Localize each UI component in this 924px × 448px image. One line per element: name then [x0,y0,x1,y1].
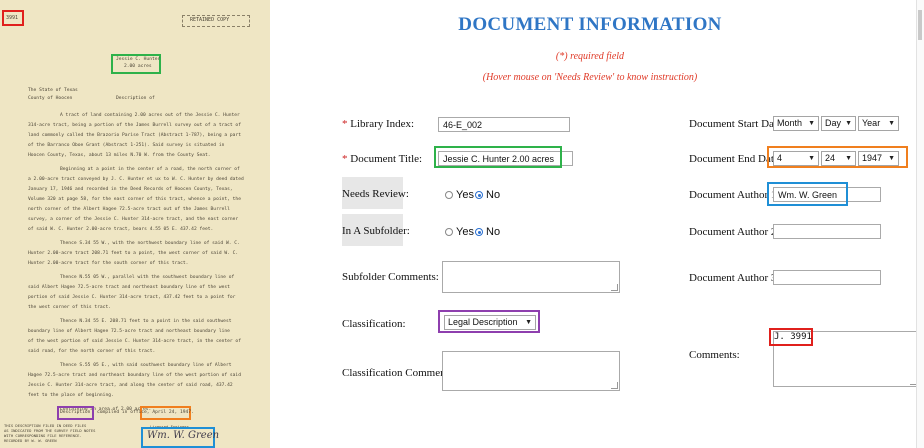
document-text-line: of the west portion of said Jessie C. Hu… [28,339,241,344]
scanned-document: 3991 RETAINED COPY Jessie C. Hunter 2.00… [0,0,270,448]
compiled-prefix: Description [60,410,91,415]
start-month-select[interactable]: Month ▼ [773,116,819,131]
start-year-select[interactable]: Year ▼ [858,116,899,131]
document-text-line: Hunter 2.00-acre tract 208.71 feet to a … [28,251,239,256]
author2-label: Document Author 2: [689,226,780,238]
author3-input[interactable] [773,270,881,285]
document-text-line: Volume 320 at page 58, for the east corn… [28,197,241,202]
subfolder-comments-label: Subfolder Comments: [342,271,439,283]
subfolder-comments-textarea[interactable] [442,261,620,293]
document-text-line: of the Barranco Oboe Grant (Abstract 1-2… [28,143,225,148]
classification-highlight [438,310,540,333]
signature: Wm. W. Green [147,430,220,441]
document-text-line: said road, for the north corner of this … [28,349,156,354]
document-text-line: January 17, 1946 and recorded in the Dee… [28,187,233,192]
classification-comments-label: Classification Comments: [342,367,456,379]
heading-state: The State of Texas [28,88,78,93]
hover-note: (Hover mouse on 'Needs Review' to know i… [482,72,698,83]
classification-label: Classification: [342,318,406,330]
library-index-input[interactable]: 46-E_002 [438,117,570,132]
heading-county: County of Hoocen [28,96,73,101]
radio-selected-icon[interactable] [475,228,483,236]
document-text-line: of said W. C. Hunter 2.00-acre tract, be… [28,227,214,232]
document-text-line: boundary line of Albert Hagee 72.5-acre … [28,329,230,334]
author1-highlight [767,182,848,206]
comments-value: J. 3991 [774,332,812,342]
name-box-line-1: Jessie C. Hunter [116,57,161,62]
corner-id: 3991 [6,15,19,21]
document-text-line: a 2.00-acre tract conveyed by J. C. Hunt… [28,177,244,182]
in-subfolder-yes[interactable]: Yes [445,226,474,238]
document-text-line: portion of said Jessie C. Hunter 314-acr… [28,295,236,300]
author3-label: Document Author 3: [689,272,780,284]
document-text-line: Thence N.55 05 W., parallel with the sou… [60,275,235,280]
document-text-line: north corner of the Albert Hagee 72.5-ac… [28,207,230,212]
author1-label: Document Author 1: [689,189,780,201]
document-text-line: A tract of land containing 2.00 acres ou… [60,113,240,118]
document-text-line: 314-acre tract, being a portion of the J… [28,123,241,128]
dropdown-arrow-icon: ▼ [888,120,895,127]
needs-review-yes[interactable]: Yes [445,189,474,201]
needs-review-no[interactable]: No [475,189,500,201]
radio-icon[interactable] [445,228,453,236]
required-mark: * [342,153,348,165]
in-subfolder-label: In A Subfolder: [342,225,410,237]
dropdown-arrow-icon: ▼ [808,120,815,127]
document-form: DOCUMENT INFORMATION (*) required field … [270,0,924,448]
document-title-highlight [434,146,562,168]
required-note: (*) required field [555,51,625,62]
document-text-line: Beginning at a point in the center of a … [60,167,240,172]
start-date-label: Document Start Date: [689,118,785,130]
document-text-line: survey, a corner of the Jessie C. Hunter… [28,217,239,222]
scrollbar-thumb[interactable] [918,10,922,40]
document-text-line: land commonly called the Brazorio Parise… [28,133,241,138]
needs-review-label[interactable]: Needs Review: [342,188,409,200]
document-text-line: feet to the place of beginning. [28,393,114,398]
document-title-label: * Document Title: [342,153,423,165]
document-text-line: Thence S.34 55 W., with the northwest bo… [60,241,240,246]
page-title: DOCUMENT INFORMATION [458,14,722,35]
library-index-label: * Library Index: [342,118,415,130]
heading-description: Description of [116,96,155,101]
end-date-highlight [767,146,908,168]
radio-selected-icon[interactable] [475,191,483,199]
document-text-line: Hunter 2.00-acre tract for the south cor… [28,261,189,266]
author2-input[interactable] [773,224,881,239]
classification-comments-textarea[interactable] [442,351,620,391]
retained-copy-text: RETAINED COPY [190,17,230,23]
document-text-line: said Albert Hagee 72.5-acre tract and no… [28,285,230,290]
document-text-line: Thence N.34 55 E. 208.71 feet to a point… [60,319,232,324]
radio-icon[interactable] [445,191,453,199]
dropdown-arrow-icon: ▼ [845,120,852,127]
document-text-line: Hagee 72.5-acre tract and northeast boun… [28,373,241,378]
compiled-rest: compiled in office, April 24, 1947. [97,410,194,415]
document-text-line: Hoocen County, Texas, about 13 miles N.7… [28,153,211,158]
comments-label: Comments: [689,349,740,361]
footer-note-4: RECORDED BY W. W. GREEN [4,438,57,443]
document-text-line: Thence S.55 05 E., with said southwest b… [60,363,232,368]
resize-grip-icon[interactable] [611,284,618,291]
document-text-line: Jessie C. Hunter 314-acre tract, and alo… [28,383,233,388]
resize-grip-icon[interactable] [611,382,618,389]
page-scrollbar[interactable] [916,0,924,448]
name-box-line-2: 2.00 acres [124,64,152,69]
start-day-select[interactable]: Day ▼ [821,116,856,131]
in-subfolder-no[interactable]: No [475,226,500,238]
document-text-line: the west corner of this tract. [28,305,111,310]
required-mark: * [342,118,348,130]
